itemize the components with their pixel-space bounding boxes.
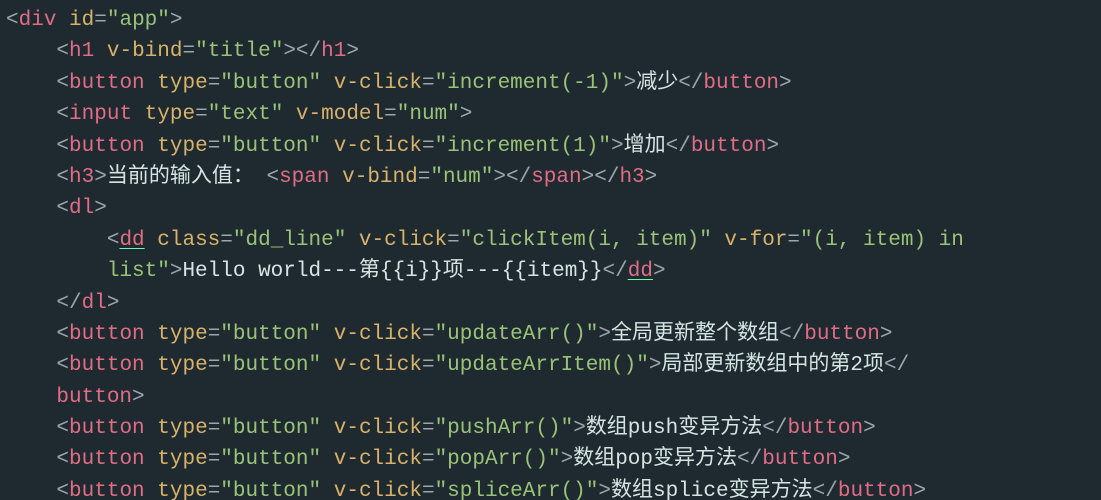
code-editor[interactable]: <div id="app"> <h1 v-bind="title"></h1> …: [0, 0, 1101, 500]
code-content: <div id="app"> <h1 v-bind="title"></h1> …: [6, 9, 964, 500]
